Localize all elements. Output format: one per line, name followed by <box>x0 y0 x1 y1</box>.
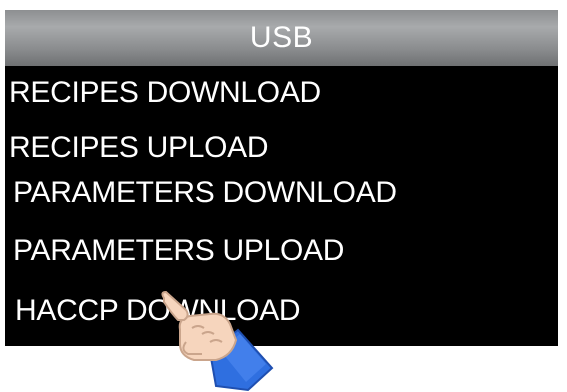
screen-title: USB <box>5 10 558 66</box>
menu-item-parameters-download[interactable]: PARAMETERS DOWNLOAD <box>13 176 397 210</box>
menu-item-recipes-upload[interactable]: RECIPES UPLOAD <box>9 131 269 165</box>
usb-screen: USB RECIPES DOWNLOAD RECIPES UPLOAD PARA… <box>5 10 558 346</box>
pointing-hand-icon <box>161 290 274 392</box>
menu-item-parameters-upload[interactable]: PARAMETERS UPLOAD <box>13 234 344 268</box>
menu-item-recipes-download[interactable]: RECIPES DOWNLOAD <box>9 76 321 110</box>
